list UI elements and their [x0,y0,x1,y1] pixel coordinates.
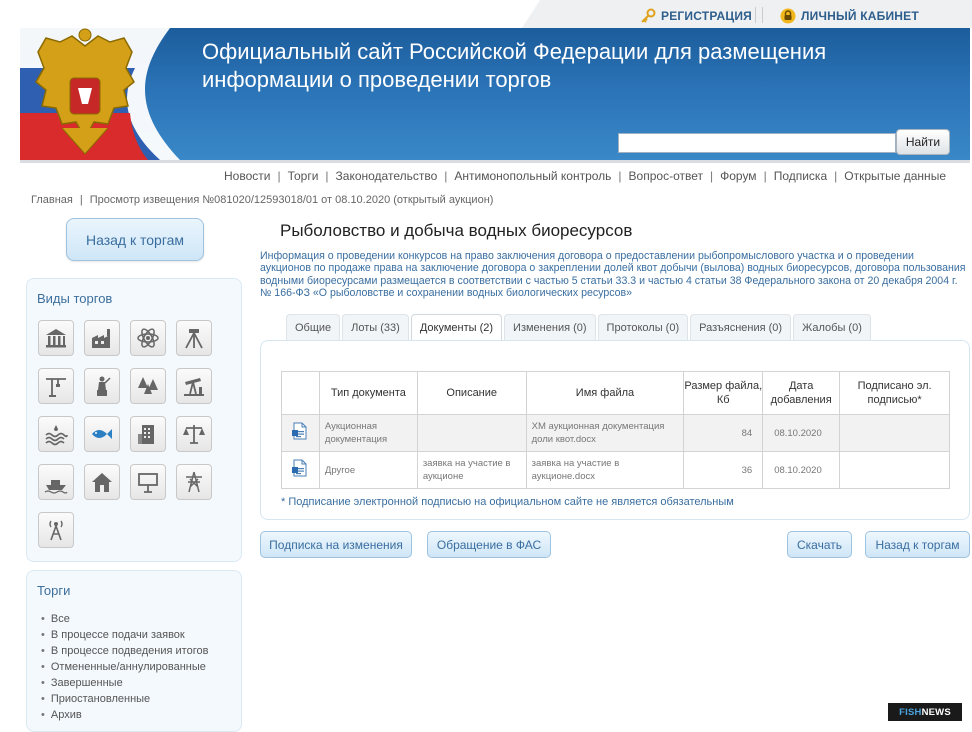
nav-antimonopoly[interactable]: Антимонопольный контроль [454,169,611,183]
torgi-list: Все В процессе подачи заявок В процессе … [41,611,209,723]
site-banner: Официальный сайт Российской Федерации дл… [20,28,970,160]
torgi-types-title: Виды торгов [37,291,113,306]
torgi-item-accepting[interactable]: В процессе подачи заявок [41,627,208,643]
doc-date: 08.10.2020 [762,451,841,489]
doc-size: 84 [683,414,764,452]
col-header-type: Тип документа [318,371,418,415]
lock-icon [780,8,796,24]
doc-description: заявка на участие в аукционе [416,451,527,489]
torgi-item-suspended[interactable]: Приостановленные [41,691,208,707]
billboard-icon[interactable] [130,464,166,500]
table-row: Аукционная документация ХМ аукционная до… [281,414,950,452]
atom-icon[interactable] [130,320,166,356]
registration-label: РЕГИСТРАЦИЯ [661,9,752,23]
torgi-item-archive[interactable]: Архив [41,707,208,723]
antenna-icon[interactable] [38,512,74,548]
notice-tabs: Общие Лоты (33) Документы (2) Изменения … [286,314,871,341]
nav-subscription[interactable]: Подписка [774,169,827,183]
col-header-size: Размер файла, Кб [683,371,764,415]
nav-forum[interactable]: Форум [720,169,756,183]
survey-tripod-icon[interactable] [176,320,212,356]
tab-complaints[interactable]: Жалобы (0) [793,314,871,340]
oil-pump-icon[interactable] [176,368,212,404]
site-title: Официальный сайт Российской Федерации дл… [202,39,827,92]
search-input[interactable] [618,133,896,153]
torgi-panel-title: Торги [37,583,71,598]
torgi-item-all[interactable]: Все [41,611,208,627]
page-description: Информация о проведении конкурсов на пра… [260,250,966,299]
coat-of-arms-icon [35,28,135,155]
signature-note: * Подписание электронной подписью на офи… [281,496,734,508]
document-file-icon [292,422,307,440]
breadcrumb-current: Просмотр извещения №081020/12593018/01 о… [89,194,494,206]
doc-size: 36 [683,451,764,489]
crane-icon[interactable] [38,368,74,404]
file-icon-cell[interactable] [281,451,320,489]
statue-icon[interactable] [84,368,120,404]
cabinet-link[interactable]: ЛИЧНЫЙ КАБИНЕТ [780,8,919,24]
col-header-signed: Подписано эл. подписью* [839,371,950,415]
water-icon[interactable] [38,416,74,452]
breadcrumb: Главная | Просмотр извещения №081020/12593… [31,194,494,206]
col-header-icon [281,371,320,415]
nav-faq[interactable]: Вопрос-ответ [629,169,703,183]
torgi-types-panel: Виды торгов [26,278,242,562]
doc-date: 08.10.2020 [762,414,841,452]
power-tower-icon[interactable] [176,464,212,500]
main-nav: Новости | Торги | Законодательство | Антимо… [20,160,970,188]
page-title: Рыболовство и добыча водных биоресурсов [280,221,633,240]
nav-news[interactable]: Новости [224,169,270,183]
tab-protocols[interactable]: Протоколы (0) [597,314,689,340]
download-button[interactable]: Скачать [787,531,852,558]
table-header-row: Тип документа Описание Имя файла Размер … [281,371,950,415]
nav-open-data[interactable]: Открытые данные [844,169,946,183]
house-icon[interactable] [84,464,120,500]
doc-signed [839,414,950,452]
key-icon [640,8,656,24]
scales-icon[interactable] [176,416,212,452]
museum-icon[interactable] [38,320,74,356]
search-button[interactable]: Найти [896,129,950,155]
forest-icon[interactable] [130,368,166,404]
documents-table: Тип документа Описание Имя файла Размер … [281,371,950,489]
doc-signed [839,451,950,489]
col-header-date: Дата добавления [762,371,841,415]
breadcrumb-home[interactable]: Главная [31,194,73,206]
table-row: Другое заявка на участие в аукционе заяв… [281,451,950,489]
torgi-panel: Торги Все В процессе подачи заявок В про… [26,570,242,732]
doc-description [416,414,527,452]
document-file-icon [292,459,307,477]
boat-icon[interactable] [38,464,74,500]
building-icon[interactable] [130,416,166,452]
fish-icon[interactable] [84,416,120,452]
doc-filename[interactable]: заявка на участие в аукционе.docx [525,451,685,489]
doc-filename[interactable]: ХМ аукционная документация доли квот.doc… [525,414,685,452]
nav-legislation[interactable]: Законодательство [336,169,438,183]
torgi-item-completed[interactable]: Завершенные [41,675,208,691]
torgi-item-summarizing[interactable]: В процессе подведения итогов [41,643,209,659]
tab-general[interactable]: Общие [286,314,341,340]
tab-lots[interactable]: Лоты (33) [342,314,409,340]
fishnews-watermark: FISH NEWS [888,703,962,721]
doc-type: Аукционная документация [318,414,418,452]
torgi-item-cancelled[interactable]: Отмененные/аннулированные [41,659,208,675]
file-icon-cell[interactable] [281,414,320,452]
tab-clarifications[interactable]: Разъяснения (0) [690,314,792,340]
tab-changes[interactable]: Изменения (0) [504,314,596,340]
col-header-description: Описание [416,371,527,415]
subscribe-button[interactable]: Подписка на изменения [260,531,412,558]
doc-type: Другое [318,451,418,489]
col-header-filename: Имя файла [525,371,685,415]
nav-torgi[interactable]: Торги [288,169,319,183]
sidebar-back-button[interactable]: Назад к торгам [66,218,204,261]
factory-icon[interactable] [84,320,120,356]
top-separator [755,7,763,23]
top-bar: РЕГИСТРАЦИЯ ЛИЧНЫЙ КАБИНЕТ [0,0,972,28]
fas-appeal-button[interactable]: Обращение в ФАС [427,531,551,558]
back-to-torgi-button[interactable]: Назад к торгам [865,531,970,558]
tab-documents[interactable]: Документы (2) [410,314,503,341]
registration-link[interactable]: РЕГИСТРАЦИЯ [640,8,752,24]
cabinet-label: ЛИЧНЫЙ КАБИНЕТ [801,9,919,23]
